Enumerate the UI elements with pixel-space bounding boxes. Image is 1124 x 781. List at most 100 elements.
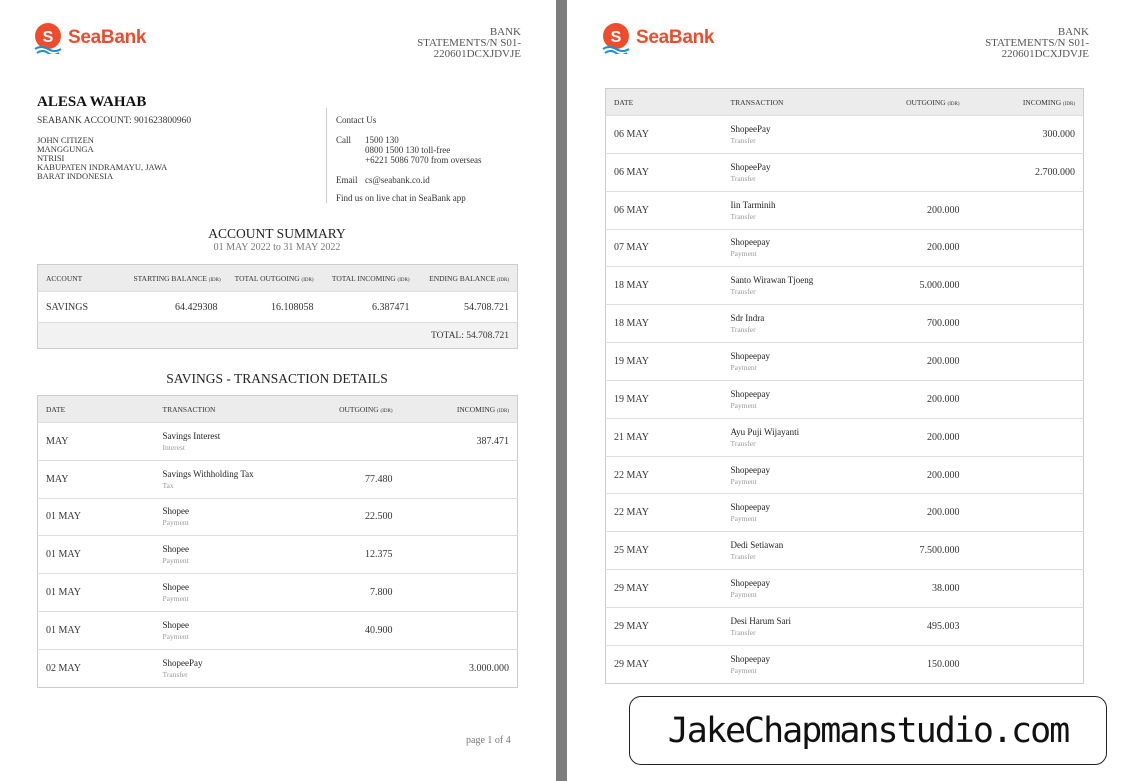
txn-incoming <box>967 304 1084 343</box>
txn-outgoing <box>302 422 401 461</box>
txn-name: Sdr Indra <box>730 313 765 324</box>
txn-incoming: 3.000.000 <box>400 648 518 688</box>
txn-type: Payment <box>730 590 757 600</box>
txn-outgoing: 495.003 <box>869 606 968 646</box>
call-number-1: 1500 130 <box>365 135 399 145</box>
txn-type: Transfer <box>730 552 756 562</box>
txn-name: Shopeepay <box>730 653 771 664</box>
seabank-logo-icon: S <box>34 23 62 54</box>
txn-type: Transfer <box>730 325 756 335</box>
txn-type: Payment <box>730 665 757 675</box>
txn-date: 01 MAY <box>37 610 155 650</box>
transaction-row: 07 MAY Shopeepay Payment 200.000 <box>605 228 1084 267</box>
svg-text:S: S <box>611 29 622 46</box>
contact-call: Call 1500 130 0800 1500 130 toll-free +6… <box>336 135 482 165</box>
txn-name: Shopeepay <box>730 350 771 361</box>
txn-type: Transfer <box>730 627 756 637</box>
summary-account: SAVINGS <box>37 291 126 323</box>
txn-type: Payment <box>730 400 757 410</box>
txn-date: 02 MAY <box>37 648 155 688</box>
txn-incoming <box>967 228 1084 267</box>
summary-total: TOTAL: 54.708.721 <box>37 322 518 349</box>
txn-name: Santo Wirawan Tjoeng <box>730 275 814 286</box>
txn-outgoing: 200.000 <box>869 190 968 230</box>
txn-outgoing: 150.000 <box>869 644 968 684</box>
txn-description: Shopeepay Payment <box>722 493 870 532</box>
summary-outgoing: 16.108058 <box>225 291 322 323</box>
transaction-row: 02 MAY ShopeePay Transfer 3.000.000 <box>37 648 518 688</box>
statement-page-1: S SeaBank BANK STATEMENTS/N S01- 220601D… <box>0 0 556 781</box>
txn-incoming: 2.700.000 <box>967 152 1084 192</box>
col-starting-balance: STARTING BALANCE (IDR) <box>125 264 226 292</box>
transaction-row: 29 MAY Shopeepay Payment 150.000 <box>605 644 1084 684</box>
call-number-2: 0800 1500 130 toll-free <box>365 145 451 155</box>
txn-type: Payment <box>162 594 189 604</box>
txn-outgoing <box>869 115 968 154</box>
txn-outgoing <box>302 648 401 688</box>
seabank-logo: S SeaBank <box>33 22 146 54</box>
txn-date: MAY <box>37 422 155 461</box>
transaction-details-title: SAVINGS - TRANSACTION DETAILS <box>166 371 388 386</box>
txn-description: ShopeePay Transfer <box>722 115 870 154</box>
txn-date: 22 MAY <box>605 455 723 494</box>
txn-incoming <box>967 569 1084 608</box>
txn-name: Shopeepay <box>730 464 771 475</box>
txn-name: Shopee <box>162 544 190 555</box>
txn-type: Interest <box>162 442 186 452</box>
email-link[interactable]: cs@seabank.co.id <box>365 175 430 185</box>
txn-type: Payment <box>162 518 189 528</box>
txn-description: Santo Wirawan Tjoeng Transfer <box>722 266 870 305</box>
txn-description: Shopeepay Payment <box>722 569 870 608</box>
txn-date: 22 MAY <box>605 493 723 532</box>
transaction-row: 18 MAY Santo Wirawan Tjoeng Transfer 5.000.… <box>605 266 1084 305</box>
txn-name: Ayu Puji Wijayanti <box>730 426 800 437</box>
txn-outgoing: 38.000 <box>869 569 968 608</box>
transaction-row: 19 MAY Shopeepay Payment 200.000 <box>605 379 1084 419</box>
col-total-incoming: TOTAL INCOMING (IDR) <box>321 264 418 292</box>
col-account: ACCOUNT <box>37 264 126 292</box>
col-ending-balance: ENDING BALANCE (IDR) <box>417 264 518 292</box>
seabank-logo-icon: S <box>602 23 630 54</box>
txn-name: Dedi Setiawan <box>730 540 784 551</box>
txn-description: Savings Interest Interest <box>154 422 303 461</box>
brand-name: SeaBank <box>636 27 715 48</box>
brand-name: SeaBank <box>68 27 147 48</box>
col-total-outgoing: TOTAL OUTGOING (IDR) <box>225 264 322 292</box>
txn-date: 06 MAY <box>605 115 723 154</box>
txn-description: Shopee Payment <box>154 535 303 574</box>
txn-incoming <box>967 644 1084 684</box>
col-incoming: INCOMING (IDR) <box>967 88 1084 116</box>
txn-description: Savings Withholding Tax Tax <box>154 459 303 499</box>
transaction-row: 01 MAY Shopee Payment 22.500 <box>37 497 518 536</box>
txn-date: 01 MAY <box>37 535 155 574</box>
txn-outgoing: 200.000 <box>869 493 968 532</box>
summary-ending: 54.708.721 <box>417 291 518 323</box>
transaction-row: 22 MAY Shopeepay Payment 200.000 <box>605 493 1084 532</box>
txn-name: Iin Tarminih <box>730 199 776 210</box>
account-holder-name: ALESA WAHAB <box>37 94 147 110</box>
txn-type: Payment <box>730 362 757 372</box>
txn-outgoing: 7.800 <box>302 573 401 612</box>
txn-date: 19 MAY <box>605 342 723 381</box>
txn-outgoing: 200.000 <box>869 379 968 419</box>
txn-type: Payment <box>162 556 189 566</box>
txn-incoming <box>967 455 1084 494</box>
txn-date: 29 MAY <box>605 606 723 646</box>
transaction-table-page-1: DATE TRANSACTION OUTGOING (IDR) INCOMING… <box>37 395 518 688</box>
txn-date: 01 MAY <box>37 573 155 612</box>
col-outgoing: OUTGOING (IDR) <box>869 88 968 116</box>
transaction-row: MAY Savings Withholding Tax Tax 77.480 <box>37 459 518 499</box>
transaction-row: 18 MAY Sdr Indra Transfer 700.000 <box>605 304 1084 343</box>
col-outgoing: OUTGOING (IDR) <box>302 395 401 423</box>
txn-date: 29 MAY <box>605 644 723 684</box>
contact-email: Email cs@seabank.co.id <box>336 175 482 185</box>
txn-date: MAY <box>37 459 155 499</box>
col-date: DATE <box>605 88 723 116</box>
transaction-row: 29 MAY Desi Harum Sari Transfer 495.003 <box>605 606 1084 646</box>
txn-outgoing: 7.500.000 <box>869 531 968 570</box>
txn-outgoing: 40.900 <box>302 610 401 650</box>
txn-type: Payment <box>162 631 189 641</box>
txn-date: 19 MAY <box>605 379 723 419</box>
txn-incoming <box>967 266 1084 305</box>
txn-name: Savings Withholding Tax <box>162 468 254 479</box>
